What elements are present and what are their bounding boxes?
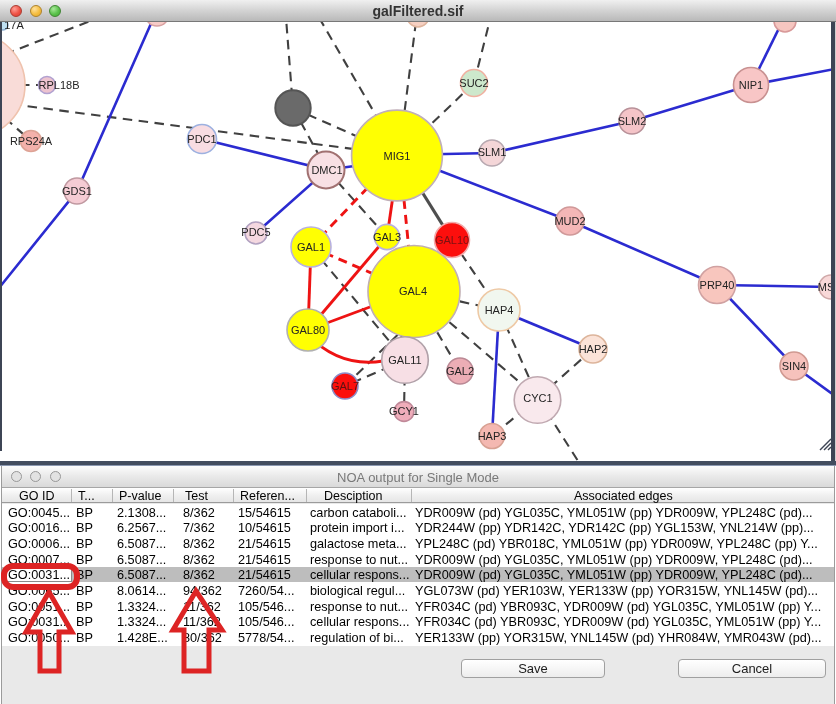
svg-text:MIG1: MIG1	[384, 150, 411, 162]
svg-text:RPS24A: RPS24A	[10, 135, 53, 147]
svg-text:GAL7: GAL7	[331, 380, 359, 392]
svg-text:MUD2: MUD2	[554, 215, 585, 227]
svg-text:GAL2: GAL2	[446, 365, 474, 377]
svg-text:HAP4: HAP4	[485, 304, 514, 316]
svg-text:GCY1: GCY1	[389, 405, 419, 417]
svg-text:SIN4: SIN4	[782, 360, 806, 372]
svg-text:SUC2: SUC2	[459, 77, 488, 89]
svg-text:GAL1: GAL1	[297, 241, 325, 253]
svg-text:SLM1: SLM1	[478, 146, 507, 158]
svg-text:SLM2: SLM2	[618, 115, 647, 127]
svg-text:GAL10: GAL10	[435, 234, 469, 246]
svg-text:PDC5: PDC5	[241, 226, 270, 238]
svg-text:PRP40: PRP40	[700, 279, 735, 291]
svg-text:GAL11: GAL11	[388, 354, 421, 366]
svg-text:PDC1: PDC1	[187, 133, 216, 145]
svg-text:CYC1: CYC1	[523, 392, 552, 404]
svg-text:HAP3: HAP3	[478, 430, 507, 442]
svg-text:GAL3: GAL3	[373, 231, 401, 243]
svg-text:GAL4: GAL4	[399, 285, 427, 297]
svg-text:DMC1: DMC1	[311, 164, 342, 176]
svg-text:RPL18B: RPL18B	[39, 79, 80, 91]
svg-text:GDS1: GDS1	[62, 185, 92, 197]
svg-text:HAP2: HAP2	[579, 343, 608, 355]
svg-text:GAL80: GAL80	[291, 324, 325, 336]
svg-text:NIP1: NIP1	[739, 79, 763, 91]
